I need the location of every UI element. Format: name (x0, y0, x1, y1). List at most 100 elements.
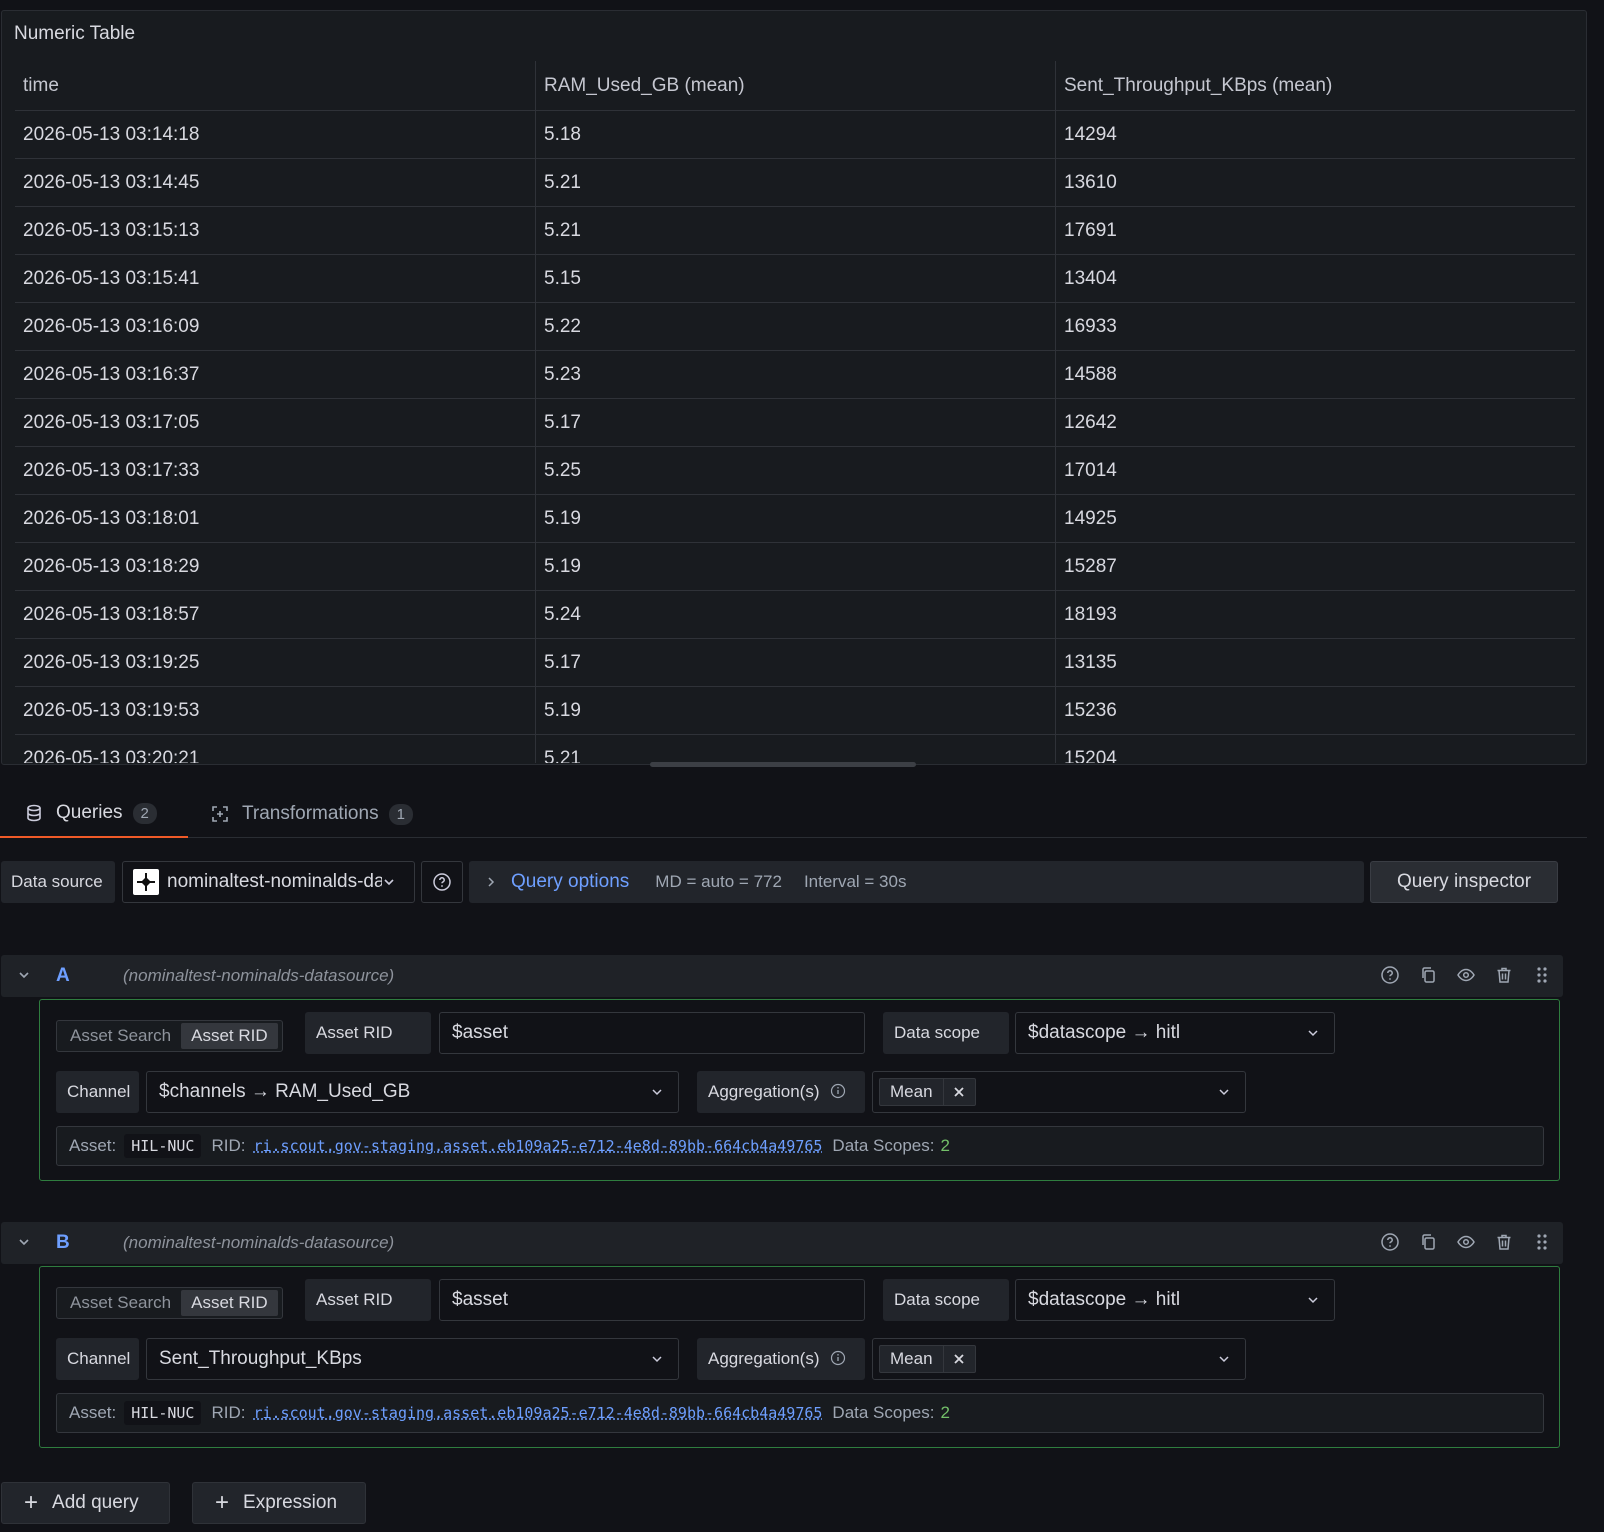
data-source-label: Data source (1, 861, 115, 903)
table-cell: 5.23 (535, 351, 1055, 398)
table-cell: 2026-05-13 03:15:13 (23, 220, 200, 241)
data-source-select[interactable]: nominaltest-nominalds-datasource (122, 861, 415, 903)
aggregation-label: Aggregation(s) (697, 1071, 865, 1113)
table-cell: 2026-05-13 03:15:41 (23, 268, 200, 289)
horizontal-scrollbar[interactable] (650, 762, 916, 767)
asset-label: Asset: (69, 1403, 117, 1422)
table-cell: 2026-05-13 03:16:37 (23, 364, 200, 385)
chevron-down-icon[interactable] (15, 1233, 33, 1251)
help-icon[interactable] (1379, 964, 1401, 986)
numeric-table-panel: Numeric Table time RAM_Used_GB (mean) Se… (1, 10, 1587, 765)
interval-value: Interval = 30s (803, 872, 907, 891)
asset-rid-input[interactable]: $asset (439, 1279, 865, 1321)
asset-rid-label: Asset RID (305, 1279, 431, 1321)
data-source-help-button[interactable] (421, 861, 463, 903)
table-cell: 5.22 (535, 303, 1055, 350)
aggregation-select[interactable]: Mean (872, 1071, 1246, 1113)
add-expression-button[interactable]: + Expression (192, 1482, 366, 1524)
table-cell: 5.19 (535, 687, 1055, 734)
query-options-link[interactable]: Query options (511, 871, 629, 893)
help-icon[interactable] (1379, 1231, 1401, 1253)
max-data-points: MD = auto = 772 (655, 872, 782, 891)
table-cell: 17691 (1055, 207, 1575, 254)
aggregation-select[interactable]: Mean (872, 1338, 1246, 1380)
aggregation-tag-label: Mean (890, 1349, 933, 1368)
tab-transformations[interactable]: Transformations 1 (210, 790, 413, 838)
table-cell: 5.21 (535, 207, 1055, 254)
table-cell: 2026-05-13 03:19:25 (23, 652, 200, 673)
rid-link[interactable]: ri.scout.gov-staging.asset.eb109a25-e712… (253, 1137, 822, 1155)
column-header-time[interactable]: time (15, 61, 535, 111)
database-icon (27, 804, 41, 822)
chevron-down-icon (1219, 1356, 1229, 1363)
query-letter[interactable]: B (56, 1232, 70, 1254)
tab-queries-label: Queries (56, 802, 123, 823)
data-scopes-count: 2 (940, 1136, 950, 1155)
aggregation-tag-label: Mean (890, 1082, 933, 1101)
column-header-throughput[interactable]: Sent_Throughput_KBps (mean) (1055, 61, 1575, 111)
table-body[interactable]: 2026-05-13 03:14:18 5.18 14294 2026-05-13 0… (15, 111, 1575, 763)
table-row: 2026-05-13 03:18:01 5.19 14925 (15, 495, 1575, 543)
data-scope-value: $datascope → hitl (1028, 1289, 1181, 1310)
table-cell: 5.15 (535, 255, 1055, 302)
table-cell: 14588 (1055, 351, 1575, 398)
transform-icon (212, 806, 228, 822)
add-query-button[interactable]: + Add query (1, 1482, 170, 1524)
channel-select[interactable]: Sent_Throughput_KBps (146, 1338, 679, 1380)
query-letter[interactable]: A (56, 965, 70, 987)
asset-mode-toggle[interactable]: Asset Search Asset RID (56, 1287, 283, 1319)
eye-icon[interactable] (1455, 964, 1477, 986)
table-cell: 2026-05-13 03:16:09 (23, 316, 200, 337)
asset-rid-option[interactable]: Asset RID (181, 1023, 278, 1049)
table-cell: 2026-05-13 03:14:45 (23, 172, 200, 193)
query-inspector-button[interactable]: Query inspector (1370, 861, 1558, 903)
asset-search-option[interactable]: Asset Search (60, 1023, 181, 1049)
query-options-bar[interactable]: Query options MD = auto = 772 Interval =… (469, 861, 1364, 903)
asset-mode-toggle[interactable]: Asset Search Asset RID (56, 1020, 283, 1052)
table-cell: 2026-05-13 03:17:33 (23, 460, 200, 481)
asset-label: Asset: (69, 1136, 117, 1155)
drag-handle-icon[interactable] (1531, 964, 1553, 986)
table-row: 2026-05-13 03:16:37 5.23 14588 (15, 351, 1575, 399)
data-scopes-label: Data Scopes: (832, 1403, 935, 1422)
copy-icon[interactable] (1417, 964, 1439, 986)
query-row-header-a[interactable]: A (nominaltest-nominalds-datasource) (1, 955, 1563, 997)
drag-handle-icon[interactable] (1531, 1231, 1553, 1253)
asset-rid-input[interactable]: $asset (439, 1012, 865, 1054)
close-icon[interactable] (942, 1079, 975, 1105)
asset-search-option[interactable]: Asset Search (60, 1290, 181, 1316)
trash-icon[interactable] (1493, 964, 1515, 986)
table-cell: 13610 (1055, 159, 1575, 206)
channel-select[interactable]: $channels → RAM_Used_GB (146, 1071, 679, 1113)
data-scopes-label: Data Scopes: (832, 1136, 935, 1155)
eye-icon[interactable] (1455, 1231, 1477, 1253)
table-cell: 5.21 (535, 735, 1055, 763)
table-row: 2026-05-13 03:14:18 5.18 14294 (15, 111, 1575, 159)
column-header-ram[interactable]: RAM_Used_GB (mean) (535, 61, 1055, 111)
table-cell: 13135 (1055, 639, 1575, 686)
data-scope-select[interactable]: $datascope → hitl (1015, 1279, 1335, 1321)
trash-icon[interactable] (1493, 1231, 1515, 1253)
chevron-down-icon[interactable] (15, 966, 33, 984)
data-scope-select[interactable]: $datascope → hitl (1015, 1012, 1335, 1054)
chevron-right-icon (488, 877, 495, 887)
aggregation-label-text: Aggregation(s) (708, 1082, 820, 1101)
copy-icon[interactable] (1417, 1231, 1439, 1253)
info-icon[interactable] (830, 1350, 846, 1366)
rid-link[interactable]: ri.scout.gov-staging.asset.eb109a25-e712… (253, 1404, 822, 1422)
chevron-down-icon (1219, 1089, 1229, 1096)
query-row-header-b[interactable]: B (nominaltest-nominalds-datasource) (1, 1222, 1563, 1264)
table-cell: 2026-05-13 03:14:18 (23, 124, 200, 145)
panel-title: Numeric Table (14, 23, 136, 44)
transformations-count-badge: 1 (388, 803, 413, 825)
table-cell: 12642 (1055, 399, 1575, 446)
info-icon[interactable] (830, 1083, 846, 1099)
expression-label: Expression (243, 1492, 338, 1513)
tab-queries[interactable]: Queries 2 (0, 790, 188, 838)
table-cell: 5.19 (535, 543, 1055, 590)
chevron-down-icon (1308, 1297, 1318, 1304)
asset-rid-option[interactable]: Asset RID (181, 1290, 278, 1316)
chevron-down-icon (384, 879, 394, 886)
editor-tabs: Queries 2 Transformations 1 (0, 790, 1587, 838)
close-icon[interactable] (942, 1346, 975, 1372)
